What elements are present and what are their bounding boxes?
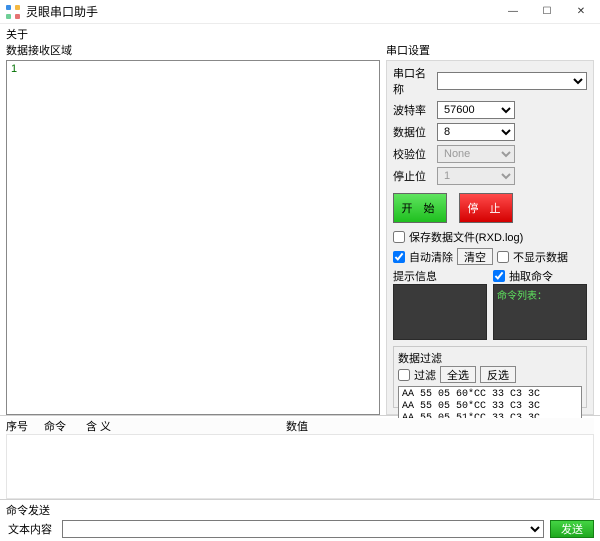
autoclear-label: 自动清除 bbox=[409, 249, 453, 265]
recv-group-label: 数据接收区域 bbox=[6, 42, 380, 58]
autoclear-checkbox[interactable] bbox=[393, 251, 405, 263]
filter-checkbox[interactable] bbox=[398, 369, 410, 381]
extract-cmd-checkbox[interactable] bbox=[493, 270, 505, 282]
stop-button[interactable]: 停 止 bbox=[459, 193, 513, 223]
databits-label: 数据位 bbox=[393, 124, 433, 140]
send-group: 命令发送 文本内容 发送 bbox=[0, 499, 600, 541]
port-label: 串口名称 bbox=[393, 65, 433, 97]
recv-line-number: 1 bbox=[11, 63, 17, 75]
send-text-label: 文本内容 bbox=[6, 521, 56, 537]
tip-panel bbox=[393, 284, 487, 340]
parity-select: None bbox=[437, 145, 515, 163]
table-body[interactable] bbox=[6, 434, 594, 499]
filter-group: 数据过滤 过滤 全选 反选 AA 55 05 60*CC 33 C3 3C AA… bbox=[393, 346, 587, 408]
col-meaning[interactable]: 含 义 bbox=[86, 418, 286, 434]
stopbits-label: 停止位 bbox=[393, 168, 433, 184]
close-button[interactable]: ✕ bbox=[564, 1, 598, 23]
extract-cmd-label: 抽取命令 bbox=[509, 268, 553, 284]
parity-label: 校验位 bbox=[393, 146, 433, 162]
cmdlist-panel: 命令列表： bbox=[493, 284, 587, 340]
filter-label: 过滤 bbox=[414, 367, 436, 383]
noshow-checkbox[interactable] bbox=[497, 251, 509, 263]
databits-select[interactable]: 8 bbox=[437, 123, 515, 141]
save-log-label: 保存数据文件(RXD.log) bbox=[409, 229, 523, 245]
send-button[interactable]: 发送 bbox=[550, 520, 594, 538]
baud-label: 波特率 bbox=[393, 102, 433, 118]
col-cmd[interactable]: 命令 bbox=[44, 418, 86, 434]
data-table: 序号 命令 含 义 数值 bbox=[0, 415, 600, 499]
serial-group-label: 串口设置 bbox=[386, 42, 594, 58]
list-item[interactable]: AA 55 05 50*CC 33 C3 3C bbox=[402, 401, 578, 413]
cmdlist-title: 命令列表： bbox=[497, 291, 547, 302]
window-title: 灵眼串口助手 bbox=[26, 3, 496, 20]
noshow-label: 不显示数据 bbox=[513, 249, 568, 265]
selectall-button[interactable]: 全选 bbox=[440, 366, 476, 383]
save-log-checkbox[interactable] bbox=[393, 231, 405, 243]
titlebar: 灵眼串口助手 — ☐ ✕ bbox=[0, 0, 600, 24]
serial-settings-panel: 串口名称 波特率 57600 数据位 8 校验位 None 停止位 1 开 始 bbox=[386, 60, 594, 415]
menu-about[interactable]: 关于 bbox=[6, 29, 28, 41]
send-group-label: 命令发送 bbox=[6, 502, 594, 518]
stopbits-select: 1 bbox=[437, 167, 515, 185]
col-seq[interactable]: 序号 bbox=[6, 418, 44, 434]
minimize-button[interactable]: — bbox=[496, 1, 530, 23]
app-icon bbox=[6, 5, 20, 19]
list-item[interactable]: AA 55 05 60*CC 33 C3 3C bbox=[402, 389, 578, 401]
recv-textarea[interactable]: 1 bbox=[6, 60, 380, 415]
invert-button[interactable]: 反选 bbox=[480, 366, 516, 383]
col-value[interactable]: 数值 bbox=[286, 418, 594, 434]
start-button[interactable]: 开 始 bbox=[393, 193, 447, 223]
tip-label: 提示信息 bbox=[393, 268, 487, 284]
port-select[interactable] bbox=[437, 72, 587, 90]
filter-group-label: 数据过滤 bbox=[398, 350, 582, 366]
maximize-button[interactable]: ☐ bbox=[530, 1, 564, 23]
clear-button[interactable]: 清空 bbox=[457, 248, 493, 265]
send-text-combo[interactable] bbox=[62, 520, 544, 538]
baud-select[interactable]: 57600 bbox=[437, 101, 515, 119]
menubar: 关于 bbox=[0, 24, 600, 42]
